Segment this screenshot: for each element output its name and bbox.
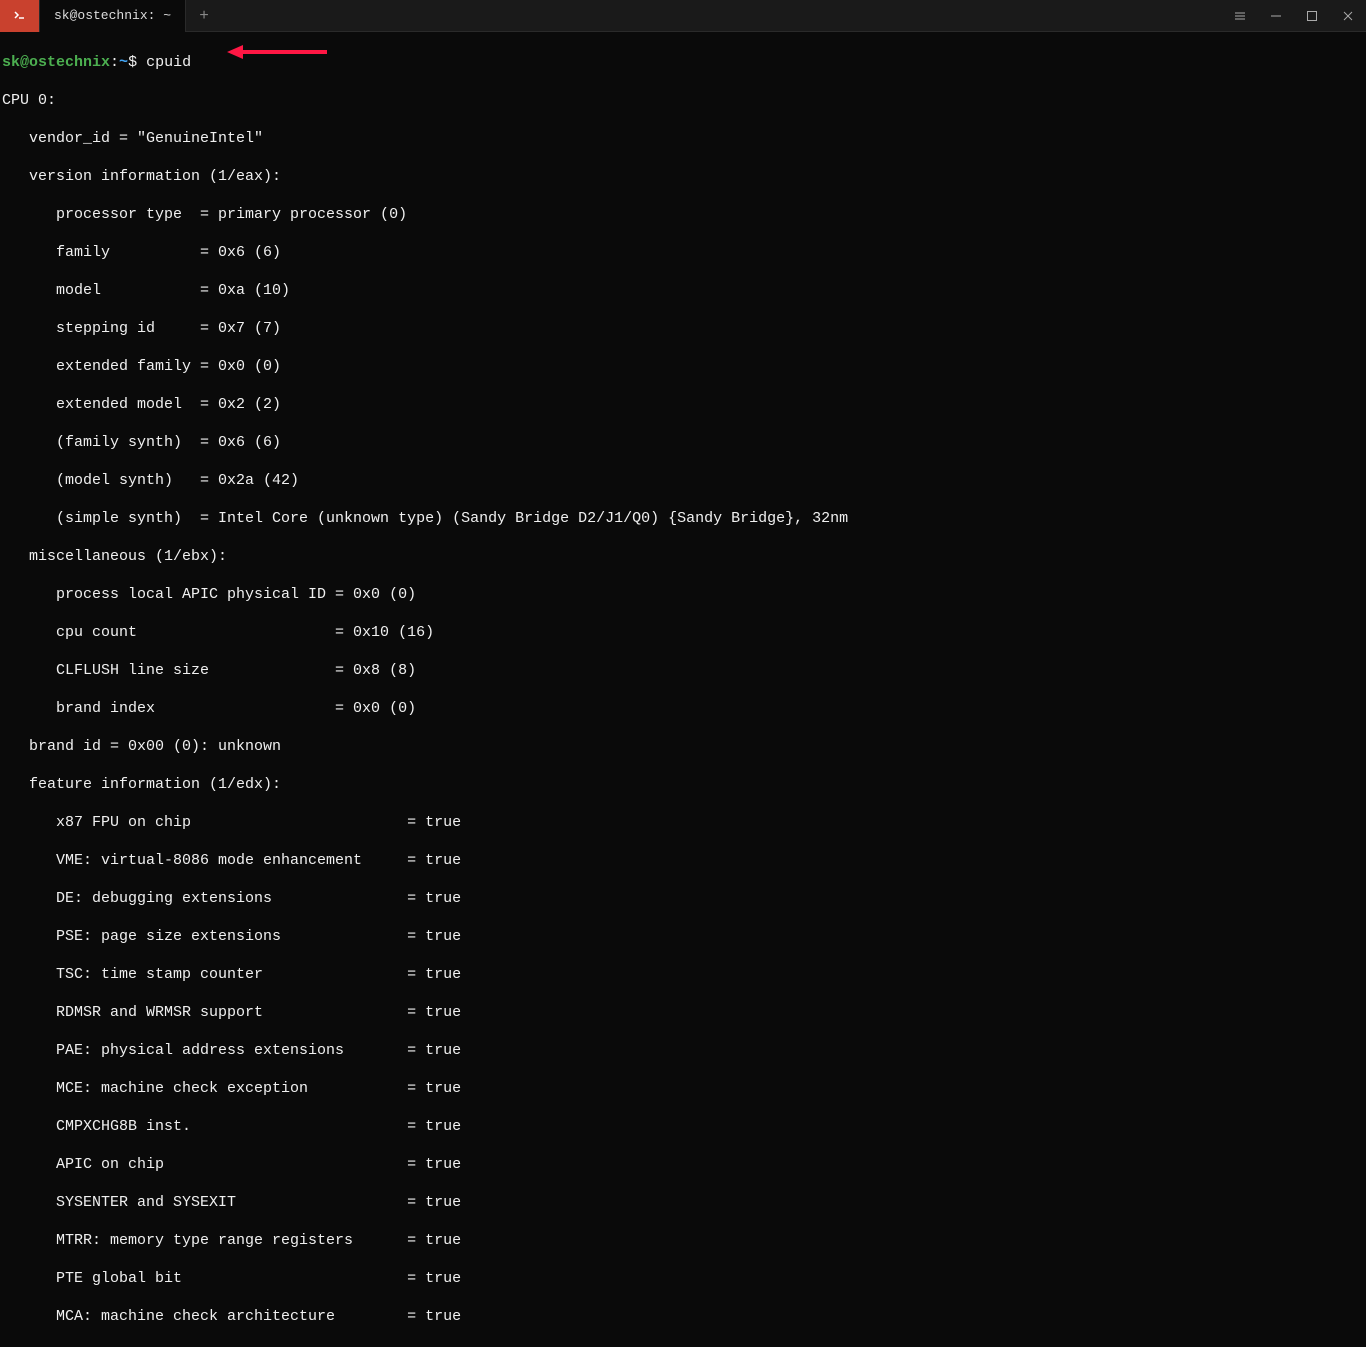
output-line: SYSENTER and SYSEXIT = true (2, 1193, 1364, 1212)
terminal-app-icon[interactable] (0, 0, 40, 32)
output-line: (simple synth) = Intel Core (unknown typ… (2, 509, 1364, 528)
menu-icon[interactable] (1222, 0, 1258, 32)
prompt-user: sk@ostechnix (2, 54, 110, 71)
tab-terminal[interactable]: sk@ostechnix: ~ (40, 0, 186, 32)
tab-label: sk@ostechnix: ~ (54, 8, 171, 23)
prompt-colon: : (110, 54, 119, 71)
output-line: MCE: machine check exception = true (2, 1079, 1364, 1098)
output-line: CPU 0: (2, 91, 1364, 110)
output-line: CLFLUSH line size = 0x8 (8) (2, 661, 1364, 680)
output-line: PTE global bit = true (2, 1269, 1364, 1288)
output-line: feature information (1/edx): (2, 775, 1364, 794)
output-line: cpu count = 0x10 (16) (2, 623, 1364, 642)
plus-icon: + (199, 7, 209, 25)
prompt-dollar: $ (128, 54, 146, 71)
window-controls (1222, 0, 1366, 32)
output-line: (family synth) = 0x6 (6) (2, 433, 1364, 452)
prompt-line: sk@ostechnix:~$ cpuid (2, 53, 1364, 72)
output-line: TSC: time stamp counter = true (2, 965, 1364, 984)
output-line: family = 0x6 (6) (2, 243, 1364, 262)
new-tab-button[interactable]: + (186, 0, 222, 32)
output-line: MTRR: memory type range registers = true (2, 1231, 1364, 1250)
output-line: PSE: page size extensions = true (2, 927, 1364, 946)
output-line: RDMSR and WRMSR support = true (2, 1003, 1364, 1022)
output-line: stepping id = 0x7 (7) (2, 319, 1364, 338)
output-line: APIC on chip = true (2, 1155, 1364, 1174)
output-line: CMPXCHG8B inst. = true (2, 1117, 1364, 1136)
output-line: x87 FPU on chip = true (2, 813, 1364, 832)
titlebar: sk@ostechnix: ~ + (0, 0, 1366, 32)
output-line: model = 0xa (10) (2, 281, 1364, 300)
command-text: cpuid (146, 54, 191, 71)
output-line: miscellaneous (1/ebx): (2, 547, 1364, 566)
output-line: version information (1/eax): (2, 167, 1364, 186)
output-line: process local APIC physical ID = 0x0 (0) (2, 585, 1364, 604)
close-button[interactable] (1330, 0, 1366, 32)
terminal-output[interactable]: sk@ostechnix:~$ cpuid CPU 0: vendor_id =… (0, 32, 1366, 1347)
output-line: extended model = 0x2 (2) (2, 395, 1364, 414)
output-line: brand id = 0x00 (0): unknown (2, 737, 1364, 756)
maximize-button[interactable] (1294, 0, 1330, 32)
output-line: (model synth) = 0x2a (42) (2, 471, 1364, 490)
output-line: DE: debugging extensions = true (2, 889, 1364, 908)
prompt-path: ~ (119, 54, 128, 71)
output-line: brand index = 0x0 (0) (2, 699, 1364, 718)
output-line: VME: virtual-8086 mode enhancement = tru… (2, 851, 1364, 870)
output-line: MCA: machine check architecture = true (2, 1307, 1364, 1326)
output-line: processor type = primary processor (0) (2, 205, 1364, 224)
output-line: PAE: physical address extensions = true (2, 1041, 1364, 1060)
output-line: extended family = 0x0 (0) (2, 357, 1364, 376)
output-line: vendor_id = "GenuineIntel" (2, 129, 1364, 148)
minimize-button[interactable] (1258, 0, 1294, 32)
